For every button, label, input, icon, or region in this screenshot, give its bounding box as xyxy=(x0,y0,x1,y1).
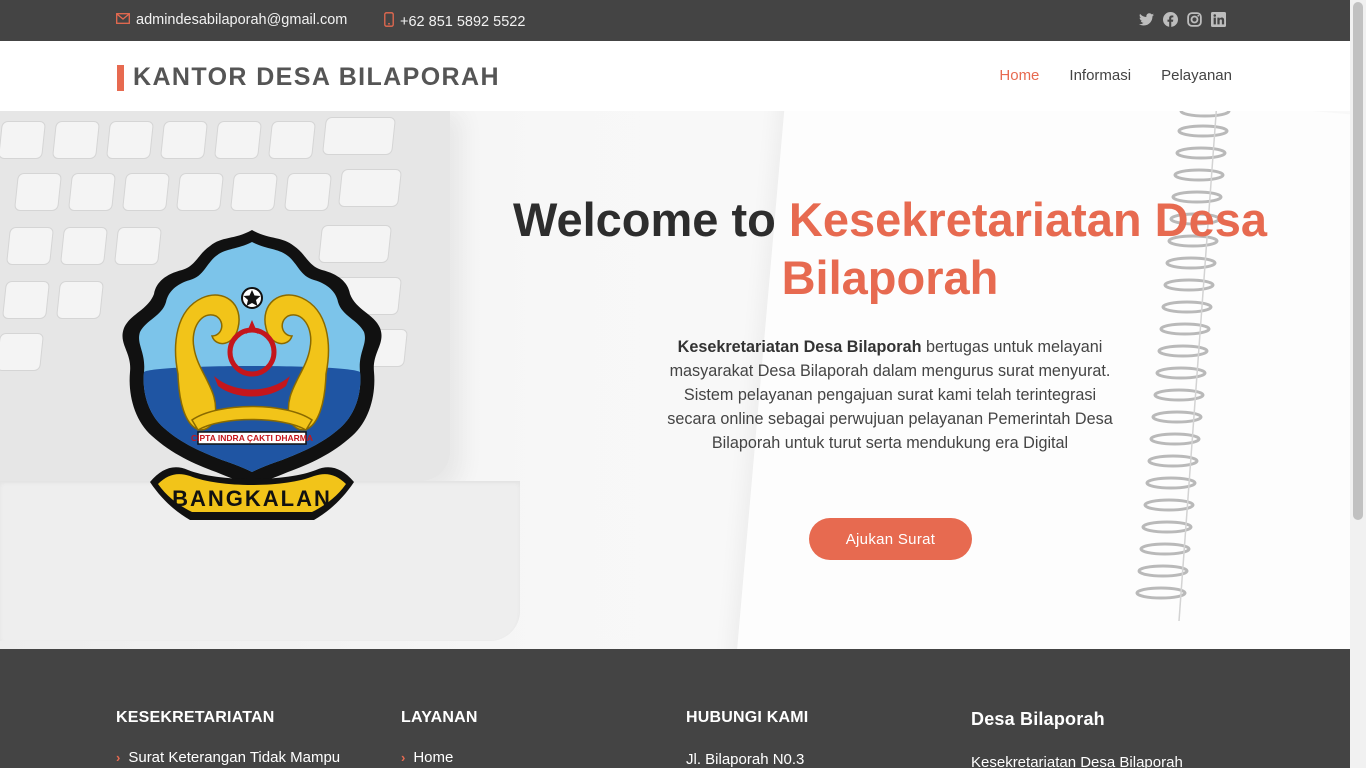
hero-title-highlight: Kesekretariatan Desa Bilaporah xyxy=(781,193,1268,304)
keyboard-key xyxy=(160,121,208,159)
footer-link[interactable]: › Surat Keterangan Tidak Mampu xyxy=(116,749,340,766)
chevron-right-icon: › xyxy=(116,750,121,765)
footer-address: Jl. Bilaporah N0.3 xyxy=(686,751,805,768)
footer-col-title: LAYANAN xyxy=(401,709,478,726)
brand-accent-bar xyxy=(117,64,124,91)
emblem-ribbon-text: CIPTA INDRA ÇAKTI DHARMA xyxy=(191,433,313,443)
footer-link-label: Home xyxy=(413,749,454,766)
ajukan-surat-button[interactable]: Ajukan Surat xyxy=(809,518,972,560)
phone-icon xyxy=(384,12,394,31)
scrollbar-thumb[interactable] xyxy=(1353,2,1363,520)
footer-col-layanan: LAYANAN › Home xyxy=(401,709,478,766)
keyboard-key xyxy=(338,169,402,207)
nav-pelayanan[interactable]: Pelayanan xyxy=(1161,67,1232,84)
footer-col-title: Desa Bilaporah xyxy=(971,709,1105,729)
brand-name: KANTOR DESA BILAPORAH xyxy=(133,63,500,91)
hero-description-bold: Kesekretariatan Desa Bilaporah xyxy=(677,338,922,356)
phone-text: +62 851 5892 5522 xyxy=(400,13,526,30)
phone-contact[interactable]: +62 851 5892 5522 xyxy=(384,12,525,31)
notebook-rings-background xyxy=(1135,111,1231,621)
keyboard-key xyxy=(284,173,332,211)
footer-col-kesekretariatan: KESEKRETARIATAN › Surat Keterangan Tidak… xyxy=(116,709,340,766)
keyboard-key xyxy=(122,173,170,211)
footer-link-label: Surat Keterangan Tidak Mampu xyxy=(128,749,341,766)
keyboard-key xyxy=(6,227,54,265)
main-nav: Home Informasi Pelayanan xyxy=(999,67,1232,84)
keyboard-key xyxy=(60,227,108,265)
nav-informasi[interactable]: Informasi xyxy=(1069,67,1131,84)
site-header: KANTOR DESA BILAPORAH Home Informasi Pel… xyxy=(0,41,1350,111)
keyboard-key xyxy=(230,173,278,211)
email-text: admindesabilaporah@gmail.com xyxy=(136,12,348,28)
hero-description: Kesekretariatan Desa Bilaporah bertugas … xyxy=(664,335,1116,455)
hero-title-prefix: Welcome to xyxy=(512,193,789,246)
keyboard-key xyxy=(214,121,262,159)
keyboard-key xyxy=(268,121,316,159)
footer-about-text: Kesekretariatan Desa Bilaporah xyxy=(971,754,1183,768)
bangkalan-emblem-logo: CIPTA INDRA ÇAKTI DHARMA BANGKALAN xyxy=(122,230,382,520)
keyboard-key xyxy=(176,173,224,211)
keyboard-key xyxy=(14,173,62,211)
chevron-right-icon: › xyxy=(401,750,406,765)
footer-link[interactable]: › Home xyxy=(401,749,478,766)
keyboard-key xyxy=(106,121,154,159)
facebook-icon[interactable] xyxy=(1163,12,1178,27)
keyboard-key xyxy=(68,173,116,211)
envelope-icon xyxy=(116,12,130,28)
hero-title: Welcome to Kesekretariatan Desa Bilapora… xyxy=(490,191,1290,307)
footer-col-title: KESEKRETARIATAN xyxy=(116,709,275,726)
keyboard-key xyxy=(0,333,44,371)
linkedin-icon[interactable] xyxy=(1211,12,1226,27)
keyboard-key xyxy=(322,117,396,155)
keyboard-key xyxy=(52,121,100,159)
page-scrollbar[interactable] xyxy=(1350,0,1366,768)
site-footer: KESEKRETARIATAN › Surat Keterangan Tidak… xyxy=(0,649,1350,768)
nav-home[interactable]: Home xyxy=(999,67,1039,84)
footer-col-desa-bilaporah: Desa Bilaporah Kesekretariatan Desa Bila… xyxy=(971,709,1183,768)
keyboard-key xyxy=(0,121,46,159)
twitter-icon[interactable] xyxy=(1139,12,1154,27)
footer-col-title: HUBUNGI KAMI xyxy=(686,709,809,726)
social-links xyxy=(1139,12,1226,27)
instagram-icon[interactable] xyxy=(1187,12,1202,27)
emblem-banner-text: BANGKALAN xyxy=(172,486,332,511)
keyboard-key xyxy=(2,281,50,319)
footer-col-hubungi-kami: HUBUNGI KAMI Jl. Bilaporah N0.3 xyxy=(686,709,808,768)
brand-logo[interactable]: KANTOR DESA BILAPORAH xyxy=(117,63,500,92)
email-contact[interactable]: admindesabilaporah@gmail.com xyxy=(116,12,347,28)
keyboard-key xyxy=(56,281,104,319)
hero-section: CIPTA INDRA ÇAKTI DHARMA BANGKALAN Welco… xyxy=(0,111,1350,649)
top-bar: admindesabilaporah@gmail.com +62 851 589… xyxy=(0,0,1350,41)
